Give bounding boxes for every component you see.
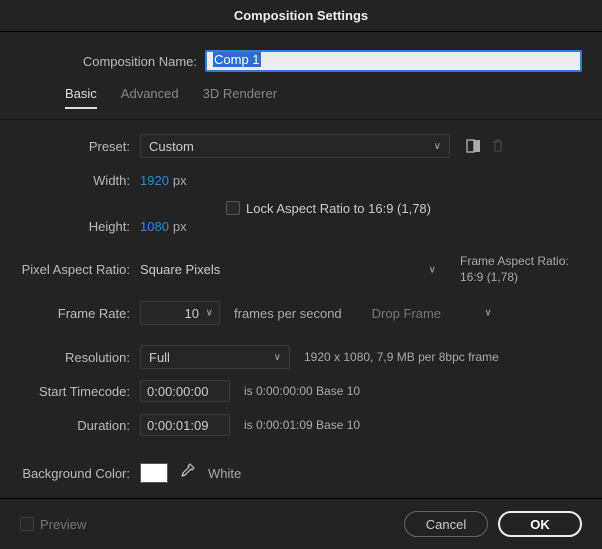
height-unit: px xyxy=(173,219,187,234)
eyedropper-icon xyxy=(179,465,195,481)
composition-settings-dialog: Composition Settings Composition Name: C… xyxy=(0,0,602,549)
cancel-button[interactable]: Cancel xyxy=(404,511,488,537)
tab-advanced[interactable]: Advanced xyxy=(121,86,179,109)
width-unit: px xyxy=(173,173,187,188)
tabs: Basic Advanced 3D Renderer xyxy=(20,86,582,109)
resolution-info: 1920 x 1080, 7,9 MB per 8bpc frame xyxy=(304,350,499,364)
duration-info: is 0:00:01:09 Base 10 xyxy=(244,418,360,432)
save-preset-icon xyxy=(466,139,482,153)
chevron-down-icon: ∨ xyxy=(434,141,441,152)
checkbox-icon xyxy=(20,517,34,531)
width-input[interactable]: 1920 xyxy=(140,173,169,188)
chevron-down-icon: ∨ xyxy=(206,308,213,319)
bg-color-swatch[interactable] xyxy=(140,463,168,483)
height-label: Height: xyxy=(20,219,140,234)
resolution-select[interactable]: Full ∨ xyxy=(140,345,290,369)
par-select[interactable]: Square Pixels xyxy=(140,262,220,277)
preview-checkbox: Preview xyxy=(20,517,86,532)
tab-divider xyxy=(0,119,602,120)
bg-color-label: Background Color: xyxy=(20,466,140,481)
delete-preset-button xyxy=(486,134,510,158)
comp-name-label: Composition Name: xyxy=(20,54,205,69)
checkbox-icon xyxy=(226,201,240,215)
comp-name-input[interactable]: Comp 1 xyxy=(205,50,582,72)
tab-3d-renderer[interactable]: 3D Renderer xyxy=(203,86,277,109)
chevron-down-icon: ∨ xyxy=(429,264,436,275)
preset-label: Preset: xyxy=(20,139,140,154)
preset-select[interactable]: Custom ∨ xyxy=(140,134,450,158)
trash-icon xyxy=(492,139,504,153)
titlebar: Composition Settings xyxy=(0,0,602,32)
eyedropper-button[interactable] xyxy=(178,464,196,482)
fps-label: Frame Rate: xyxy=(20,306,140,321)
height-input[interactable]: 1080 xyxy=(140,219,169,234)
start-tc-input[interactable]: 0:00:00:00 xyxy=(140,380,230,402)
bg-color-name: White xyxy=(208,466,241,481)
save-preset-button[interactable] xyxy=(462,134,486,158)
fps-select[interactable]: 10 ∨ xyxy=(140,301,220,325)
tab-basic[interactable]: Basic xyxy=(65,86,97,109)
chevron-down-icon: ∨ xyxy=(484,308,491,319)
width-label: Width: xyxy=(20,173,140,188)
start-tc-info: is 0:00:00:00 Base 10 xyxy=(244,384,360,398)
frame-aspect-info: Frame Aspect Ratio: 16:9 (1,78) xyxy=(460,254,569,285)
resolution-label: Resolution: xyxy=(20,350,140,365)
duration-label: Duration: xyxy=(20,418,140,433)
window-title: Composition Settings xyxy=(234,8,368,23)
footer: Preview Cancel OK xyxy=(0,498,602,549)
drop-frame-select: Drop Frame ∨ xyxy=(372,306,482,321)
fps-unit: frames per second xyxy=(234,306,342,321)
start-tc-label: Start Timecode: xyxy=(20,384,140,399)
ok-button[interactable]: OK xyxy=(498,511,582,537)
duration-input[interactable]: 0:00:01:09 xyxy=(140,414,230,436)
chevron-down-icon: ∨ xyxy=(274,352,281,363)
par-label: Pixel Aspect Ratio: xyxy=(20,262,140,277)
